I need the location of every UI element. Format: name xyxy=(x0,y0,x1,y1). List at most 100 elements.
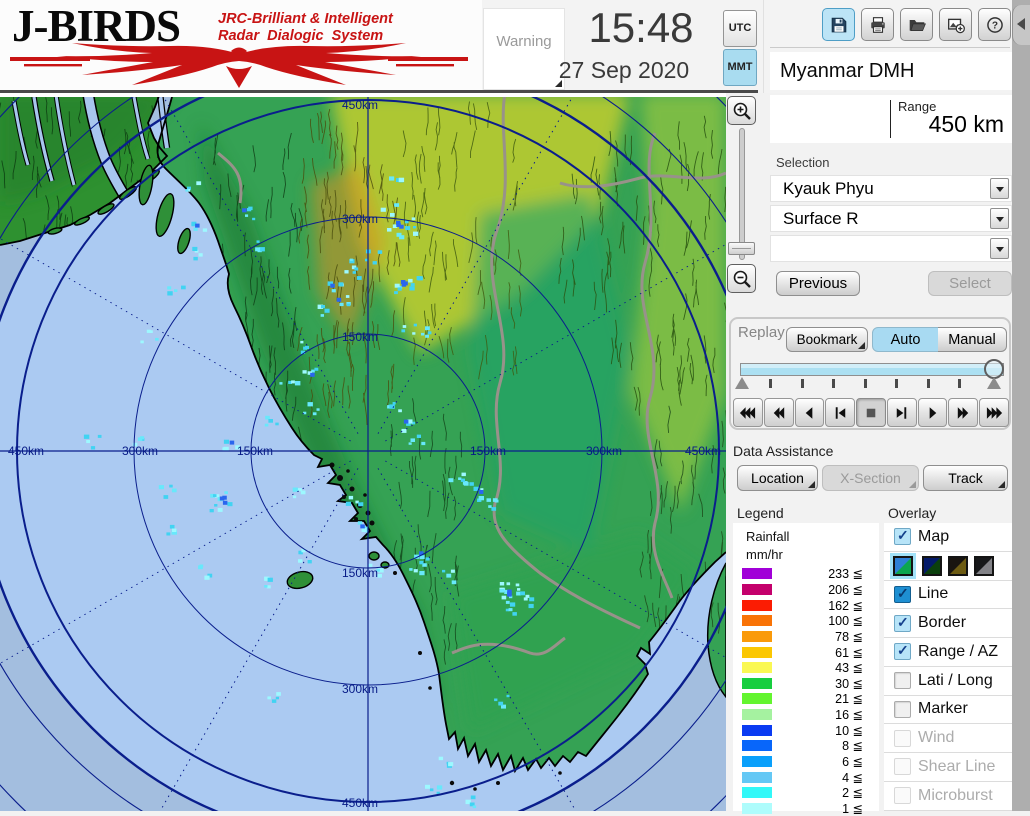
snapshot-button[interactable] xyxy=(939,8,972,41)
lati-long-checkbox[interactable] xyxy=(894,672,911,689)
line-checkbox[interactable] xyxy=(894,586,911,603)
forward-button[interactable] xyxy=(948,398,978,427)
legend-swatch xyxy=(742,693,772,704)
legend-swatch xyxy=(742,678,772,689)
overlay-item-label: Line xyxy=(918,585,948,603)
legend-value: 4 ≦ xyxy=(772,770,879,785)
range-end-marker[interactable] xyxy=(987,377,1001,389)
x-section-button[interactable]: X-Section xyxy=(822,465,919,491)
legend-value: 100 ≦ xyxy=(772,613,879,628)
chevron-down-icon[interactable] xyxy=(990,238,1009,259)
open-button[interactable] xyxy=(900,8,933,41)
overlay-item-label: Wind xyxy=(918,729,954,747)
overlay-item-label: Range / AZ xyxy=(918,643,998,661)
product-dropdown[interactable]: Surface R xyxy=(770,205,1012,232)
station-box: Myanmar DMH xyxy=(770,52,1012,90)
legend-value: 206 ≦ xyxy=(772,582,879,597)
map-style-navy-darkgreen[interactable] xyxy=(922,556,942,576)
warning-label: Warning xyxy=(484,33,564,50)
panel-collapse-tab[interactable] xyxy=(1012,5,1030,45)
overlay-item-label: Microburst xyxy=(918,787,993,805)
data-assistance-label: Data Assistance xyxy=(733,443,833,459)
replay-slider-handle[interactable] xyxy=(984,359,1004,379)
legend-row: 4 ≦ xyxy=(733,769,879,785)
legend-swatch xyxy=(742,615,772,626)
slider-tick xyxy=(927,379,930,388)
overlay-row: Map xyxy=(884,523,1012,552)
site-dropdown[interactable]: Kyauk Phyu xyxy=(770,175,1012,202)
auto-button[interactable]: Auto xyxy=(872,327,939,352)
clock-date: 27 Sep 2020 xyxy=(538,54,710,86)
legend-title: Legend xyxy=(737,505,784,521)
manual-button[interactable]: Manual xyxy=(938,327,1007,352)
border-checkbox[interactable] xyxy=(894,615,911,632)
legend-value: 21 ≦ xyxy=(772,691,879,706)
legend-value: 8 ≦ xyxy=(772,738,879,753)
legend-value: 43 ≦ xyxy=(772,660,879,675)
header-separator xyxy=(763,0,764,93)
chevron-down-icon[interactable] xyxy=(990,178,1009,199)
product-dropdown-value: Surface R xyxy=(783,206,859,231)
jbirds-app: { "header": { "logo": { "title": "J-BIRD… xyxy=(0,0,1030,811)
legend-row: 100 ≦ xyxy=(733,613,879,629)
legend-swatch xyxy=(742,631,772,642)
previous-button[interactable]: Previous xyxy=(776,271,860,296)
track-button[interactable]: Track xyxy=(923,465,1008,491)
fast-forward-button[interactable] xyxy=(979,398,1009,427)
clock-time: 15:48 xyxy=(556,2,726,54)
replay-label: Replay xyxy=(738,324,785,341)
toolbar: ? xyxy=(822,8,1012,42)
panel-scrollbar[interactable] xyxy=(1012,0,1030,811)
range-az-checkbox[interactable] xyxy=(894,643,911,660)
play-icon xyxy=(923,406,942,420)
fast-rewind-icon xyxy=(738,406,757,420)
legend-swatch xyxy=(742,740,772,751)
radar-map[interactable]: 450km 300km 150km 150km 300km 450km 450k… xyxy=(0,93,726,811)
overlay-row: Line xyxy=(884,581,1012,610)
stop-icon xyxy=(862,406,881,420)
map-style-blue-green[interactable] xyxy=(893,556,913,576)
overlay-row: Wind xyxy=(884,724,1012,753)
zoom-out-button[interactable] xyxy=(727,264,756,293)
map-style-black-olive[interactable] xyxy=(948,556,968,576)
marker-checkbox[interactable] xyxy=(894,701,911,718)
print-button[interactable] xyxy=(861,8,894,41)
wind-checkbox xyxy=(894,730,911,747)
save-button[interactable] xyxy=(822,8,855,41)
replay-slider-track[interactable] xyxy=(740,363,1004,376)
legend-swatch xyxy=(742,772,772,783)
chevron-down-icon[interactable] xyxy=(990,208,1009,229)
fast-rewind-button[interactable] xyxy=(733,398,763,427)
step-back-button[interactable] xyxy=(795,398,825,427)
x-section-label: X-Section xyxy=(840,470,901,486)
help-button[interactable]: ? xyxy=(978,8,1011,41)
rewind-icon xyxy=(769,406,788,420)
slider-tick xyxy=(895,379,898,388)
location-button[interactable]: Location xyxy=(737,465,818,491)
svg-text:?: ? xyxy=(991,20,997,31)
overlay-item-label: Lati / Long xyxy=(918,672,993,690)
select-button[interactable]: Select xyxy=(928,271,1012,296)
play-button[interactable] xyxy=(918,398,948,427)
map-style-black-gray[interactable] xyxy=(974,556,994,576)
zoom-in-button[interactable] xyxy=(727,96,756,125)
rewind-button[interactable] xyxy=(764,398,794,427)
mmt-button[interactable]: MMT xyxy=(723,49,757,86)
zoom-slider-track[interactable] xyxy=(739,128,745,260)
skip-to-start-button[interactable] xyxy=(825,398,855,427)
bookmark-button[interactable]: Bookmark xyxy=(786,327,868,352)
svg-text:450km: 450km xyxy=(8,444,44,458)
option-dropdown[interactable] xyxy=(770,235,1012,262)
zoom-slider-handle[interactable] xyxy=(728,242,755,255)
map-checkbox[interactable] xyxy=(894,528,911,545)
utc-button[interactable]: UTC xyxy=(723,10,757,47)
stop-button[interactable] xyxy=(856,398,886,427)
legend-swatch xyxy=(742,756,772,767)
radar-map-canvas[interactable]: 450km 300km 150km 150km 300km 450km 450k… xyxy=(0,93,726,811)
range-start-marker[interactable] xyxy=(735,377,749,389)
track-label: Track xyxy=(948,470,982,486)
site-dropdown-value: Kyauk Phyu xyxy=(783,176,874,201)
legend-row: 206 ≦ xyxy=(733,582,879,598)
skip-to-end-button[interactable] xyxy=(887,398,917,427)
map-top-strip xyxy=(0,93,726,97)
